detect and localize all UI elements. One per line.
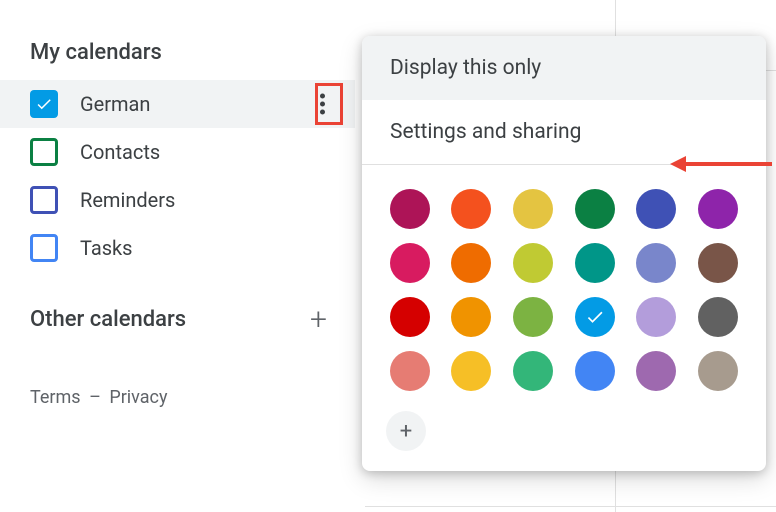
- color-swatch[interactable]: [575, 243, 615, 283]
- color-swatch[interactable]: [451, 189, 491, 229]
- color-picker-grid: [362, 165, 766, 411]
- calendar-options-popup: Display this only Settings and sharing +: [362, 36, 766, 471]
- color-swatch[interactable]: [575, 297, 615, 337]
- checkbox-tasks[interactable]: [30, 234, 58, 262]
- calendar-list: German Contacts Reminders Tasks: [0, 80, 355, 272]
- kebab-menu[interactable]: [310, 88, 335, 121]
- color-swatch[interactable]: [451, 351, 491, 391]
- footer-separator: –: [89, 387, 101, 408]
- color-swatch[interactable]: [698, 189, 738, 229]
- checkbox-contacts[interactable]: [30, 138, 58, 166]
- calendar-label: Contacts: [80, 140, 160, 164]
- add-calendar-icon[interactable]: +: [310, 302, 335, 337]
- color-swatch[interactable]: [451, 243, 491, 283]
- color-swatch[interactable]: [451, 297, 491, 337]
- color-swatch[interactable]: [513, 243, 553, 283]
- checkmark-icon: [35, 95, 53, 113]
- color-swatch[interactable]: [698, 243, 738, 283]
- checkmark-icon: [585, 307, 605, 327]
- calendar-label: Tasks: [80, 236, 133, 260]
- color-swatch[interactable]: [698, 351, 738, 391]
- display-only-option[interactable]: Display this only: [362, 36, 766, 100]
- color-swatch[interactable]: [636, 243, 676, 283]
- calendar-label: Reminders: [80, 188, 175, 212]
- sidebar: My calendars German Contacts Reminders T…: [0, 0, 355, 408]
- other-calendars-header[interactable]: Other calendars: [30, 307, 186, 332]
- color-swatch[interactable]: [390, 243, 430, 283]
- my-calendars-header[interactable]: My calendars: [0, 40, 355, 80]
- color-swatch[interactable]: [513, 351, 553, 391]
- color-swatch[interactable]: [513, 189, 553, 229]
- calendar-item-contacts[interactable]: Contacts: [0, 128, 355, 176]
- other-calendars-row: Other calendars +: [0, 272, 355, 337]
- color-swatch[interactable]: [513, 297, 553, 337]
- annotation-arrow-icon: [670, 154, 772, 174]
- privacy-link[interactable]: Privacy: [109, 387, 167, 408]
- add-custom-color-button[interactable]: +: [386, 411, 426, 451]
- color-swatch[interactable]: [698, 297, 738, 337]
- calendar-item-tasks[interactable]: Tasks: [0, 224, 355, 272]
- checkbox-german[interactable]: [30, 90, 58, 118]
- color-swatch[interactable]: [575, 351, 615, 391]
- color-swatch[interactable]: [575, 189, 615, 229]
- footer-links: Terms – Privacy: [0, 337, 355, 408]
- calendar-item-reminders[interactable]: Reminders: [0, 176, 355, 224]
- checkbox-reminders[interactable]: [30, 186, 58, 214]
- calendar-item-german[interactable]: German: [0, 80, 355, 128]
- color-swatch[interactable]: [390, 189, 430, 229]
- color-swatch[interactable]: [636, 351, 676, 391]
- color-swatch[interactable]: [636, 297, 676, 337]
- color-swatch[interactable]: [390, 351, 430, 391]
- color-swatch[interactable]: [636, 189, 676, 229]
- calendar-label: German: [80, 92, 150, 116]
- terms-link[interactable]: Terms: [30, 387, 81, 408]
- color-swatch[interactable]: [390, 297, 430, 337]
